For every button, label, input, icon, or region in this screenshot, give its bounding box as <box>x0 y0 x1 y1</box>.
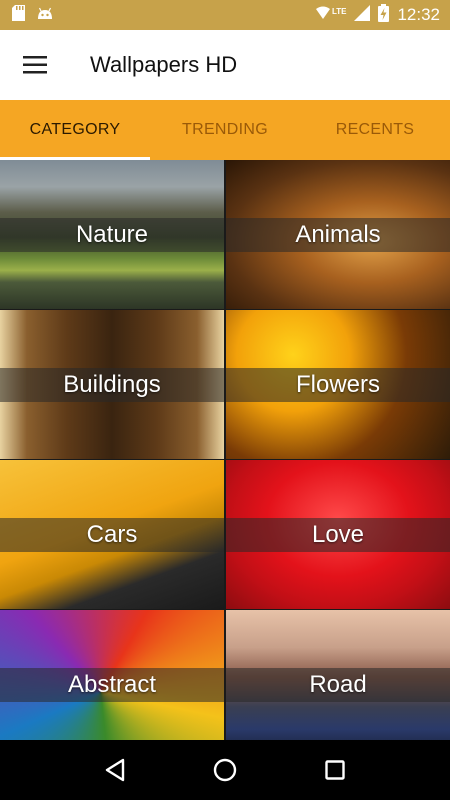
status-time: 12:32 <box>397 5 440 24</box>
tab-category[interactable]: CATEGORY <box>0 100 150 160</box>
label-band: Love <box>226 518 450 552</box>
label-band: Abstract <box>0 668 224 702</box>
label-band: Animals <box>226 218 450 252</box>
label-band: Road <box>226 668 450 702</box>
android-icon <box>37 6 53 25</box>
category-label: Flowers <box>295 371 380 398</box>
app-bar: Wallpapers HD <box>0 30 450 100</box>
category-label: Love <box>311 521 365 548</box>
hamburger-menu-icon[interactable] <box>0 30 70 100</box>
label-band: Nature <box>0 218 224 252</box>
status-right: LTE 12:32 <box>315 3 440 27</box>
signal-icon <box>354 4 371 26</box>
status-left <box>12 4 53 26</box>
tab-trending[interactable]: TRENDING <box>150 100 300 160</box>
category-tile-buildings[interactable]: Buildings <box>0 310 224 459</box>
label-band: Buildings <box>0 368 224 402</box>
category-tile-nature[interactable]: Nature <box>0 160 224 309</box>
category-label: Cars <box>86 521 138 548</box>
sd-card-icon <box>12 4 25 26</box>
category-tile-cars[interactable]: Cars <box>0 460 224 609</box>
home-icon[interactable] <box>205 750 245 790</box>
label-band: Cars <box>0 518 224 552</box>
status-bar: LTE 12:32 <box>0 0 450 30</box>
system-nav-bar <box>0 740 450 800</box>
app-title: Wallpapers HD <box>90 52 238 77</box>
category-tile-flowers[interactable]: Flowers <box>226 310 450 459</box>
wifi-icon <box>315 6 330 25</box>
category-tile-abstract[interactable]: Abstract <box>0 610 224 740</box>
lte-label: LTE <box>331 6 347 16</box>
category-label: Nature <box>75 221 149 248</box>
tab-bar: CATEGORY TRENDING RECENTS <box>0 100 450 160</box>
category-tile-love[interactable]: Love <box>226 460 450 609</box>
category-label: Animals <box>295 221 381 248</box>
category-tile-road[interactable]: Road <box>226 610 450 740</box>
category-label: Buildings <box>63 371 161 398</box>
back-icon[interactable] <box>95 750 135 790</box>
category-label: Abstract <box>67 671 157 698</box>
category-tile-animals[interactable]: Animals <box>226 160 450 309</box>
tab-recents[interactable]: RECENTS <box>300 100 450 160</box>
category-grid: Nature Animals Buildings Flowers Cars Lo… <box>0 160 450 740</box>
battery-charging-icon <box>378 3 390 27</box>
recents-icon[interactable] <box>315 750 355 790</box>
label-band: Flowers <box>226 368 450 402</box>
category-label: Road <box>309 671 367 698</box>
